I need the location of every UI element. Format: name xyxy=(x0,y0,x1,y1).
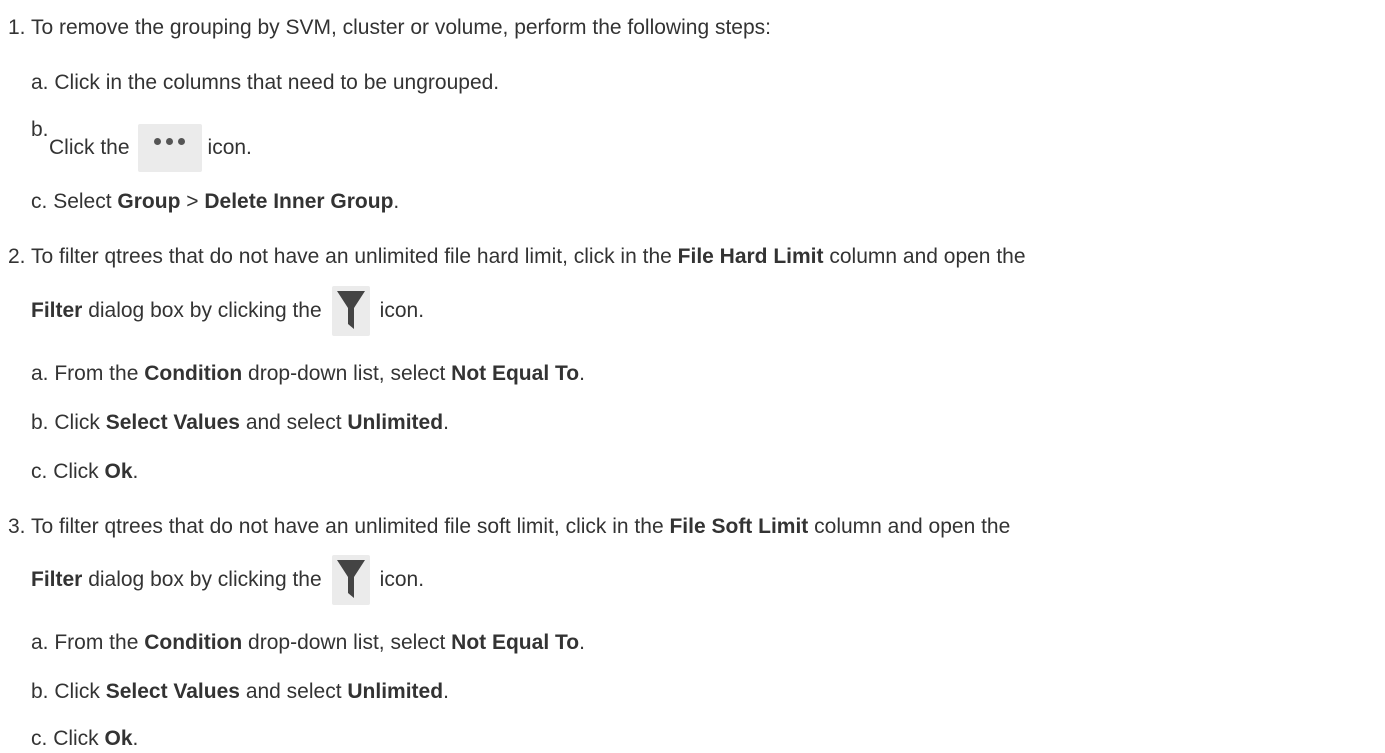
substep-text: drop-down list, select xyxy=(248,362,446,385)
substep-marker: a. xyxy=(31,362,49,385)
substep-1a: a. Click in the columns that need to be … xyxy=(31,71,499,95)
step-text: To filter qtrees that do not have an unl… xyxy=(30,245,672,268)
step-1: 1. To remove the grouping by SVM, cluste… xyxy=(8,16,771,40)
ui-term-unlimited: Unlimited xyxy=(347,411,444,434)
ui-term-delete-inner-group: Delete Inner Group xyxy=(204,190,394,213)
step-text: To remove the grouping by SVM, cluster o… xyxy=(30,16,771,39)
punctuation: . xyxy=(132,727,139,750)
step-2: 2. To filter qtrees that do not have an … xyxy=(8,245,1026,269)
punctuation: . xyxy=(132,460,139,483)
substep-marker: b. xyxy=(31,118,49,141)
step-text: dialog box by clicking the xyxy=(88,299,322,322)
menu-separator: > xyxy=(186,190,199,213)
ui-term-select-values: Select Values xyxy=(105,411,240,434)
step-3-line2: Filter dialog box by clicking the icon. xyxy=(31,553,424,607)
step-3: 3. To filter qtrees that do not have an … xyxy=(8,515,1010,539)
ui-term-file-soft-limit: File Soft Limit xyxy=(669,515,809,538)
substep-text: Click the xyxy=(49,136,130,159)
substep-text: Click xyxy=(53,460,99,483)
ui-term-condition: Condition xyxy=(144,631,243,654)
substep-text: icon. xyxy=(207,136,252,159)
ui-term-ok: Ok xyxy=(104,727,133,750)
ui-term-filter: Filter xyxy=(31,299,83,322)
substep-3c: c. Click Ok. xyxy=(31,727,138,751)
substep-marker: c. xyxy=(31,460,48,483)
punctuation: . xyxy=(579,362,585,385)
punctuation: . xyxy=(443,411,449,434)
filter-icon xyxy=(331,286,370,337)
step-marker: 3. xyxy=(8,515,26,538)
substep-text: Click in the columns that need to be ung… xyxy=(54,71,500,94)
substep-2c: c. Click Ok. xyxy=(31,460,138,484)
step-text: icon. xyxy=(379,299,425,322)
substep-text: Click xyxy=(53,727,99,750)
punctuation: . xyxy=(443,680,449,703)
ui-term-ok: Ok xyxy=(104,460,133,483)
ui-term-not-equal-to: Not Equal To xyxy=(451,362,580,385)
ui-term-select-values: Select Values xyxy=(105,680,240,703)
procedure-document: 1. To remove the grouping by SVM, cluste… xyxy=(0,0,1385,753)
ui-term-filter: Filter xyxy=(31,568,83,591)
substep-text: From the xyxy=(54,631,139,654)
substep-text: Click xyxy=(54,680,100,703)
substep-text: Select xyxy=(53,190,112,213)
substep-text: From the xyxy=(54,362,139,385)
step-text: column and open the xyxy=(814,515,1011,538)
step-marker: 2. xyxy=(8,245,26,268)
ui-term-group: Group xyxy=(117,190,181,213)
substep-text: Click xyxy=(54,411,100,434)
substep-1c: c. Select Group > Delete Inner Group. xyxy=(31,190,399,214)
step-text: To filter qtrees that do not have an unl… xyxy=(30,515,664,538)
step-marker: 1. xyxy=(8,16,26,39)
ui-term-condition: Condition xyxy=(144,362,243,385)
filter-icon xyxy=(331,555,370,606)
substep-text: drop-down list, select xyxy=(248,631,446,654)
substep-2b: b. Click Select Values and select Unlimi… xyxy=(31,411,449,435)
substep-marker: c. xyxy=(31,727,48,750)
substep-2a: a. From the Condition drop-down list, se… xyxy=(31,362,585,386)
substep-3b: b. Click Select Values and select Unlimi… xyxy=(31,680,449,704)
step-text: dialog box by clicking the xyxy=(88,568,322,591)
punctuation: . xyxy=(579,631,585,654)
step-2-line2: Filter dialog box by clicking the icon. xyxy=(31,284,424,338)
step-text: column and open the xyxy=(829,245,1026,268)
ui-term-unlimited: Unlimited xyxy=(347,680,444,703)
more-options-icon xyxy=(137,124,202,173)
substep-text: and select xyxy=(245,680,342,703)
substep-1b-marker: b. xyxy=(31,118,49,142)
substep-marker: c. xyxy=(31,190,48,213)
substep-1b: Click the icon. xyxy=(49,124,252,173)
substep-3a: a. From the Condition drop-down list, se… xyxy=(31,631,585,655)
substep-marker: a. xyxy=(31,631,49,654)
substep-text: and select xyxy=(245,411,342,434)
ui-term-file-hard-limit: File Hard Limit xyxy=(677,245,824,268)
punctuation: . xyxy=(393,190,400,213)
substep-marker: a. xyxy=(31,71,49,94)
substep-marker: b. xyxy=(31,411,49,434)
substep-marker: b. xyxy=(31,680,49,703)
ui-term-not-equal-to: Not Equal To xyxy=(451,631,580,654)
step-text: icon. xyxy=(379,568,425,591)
